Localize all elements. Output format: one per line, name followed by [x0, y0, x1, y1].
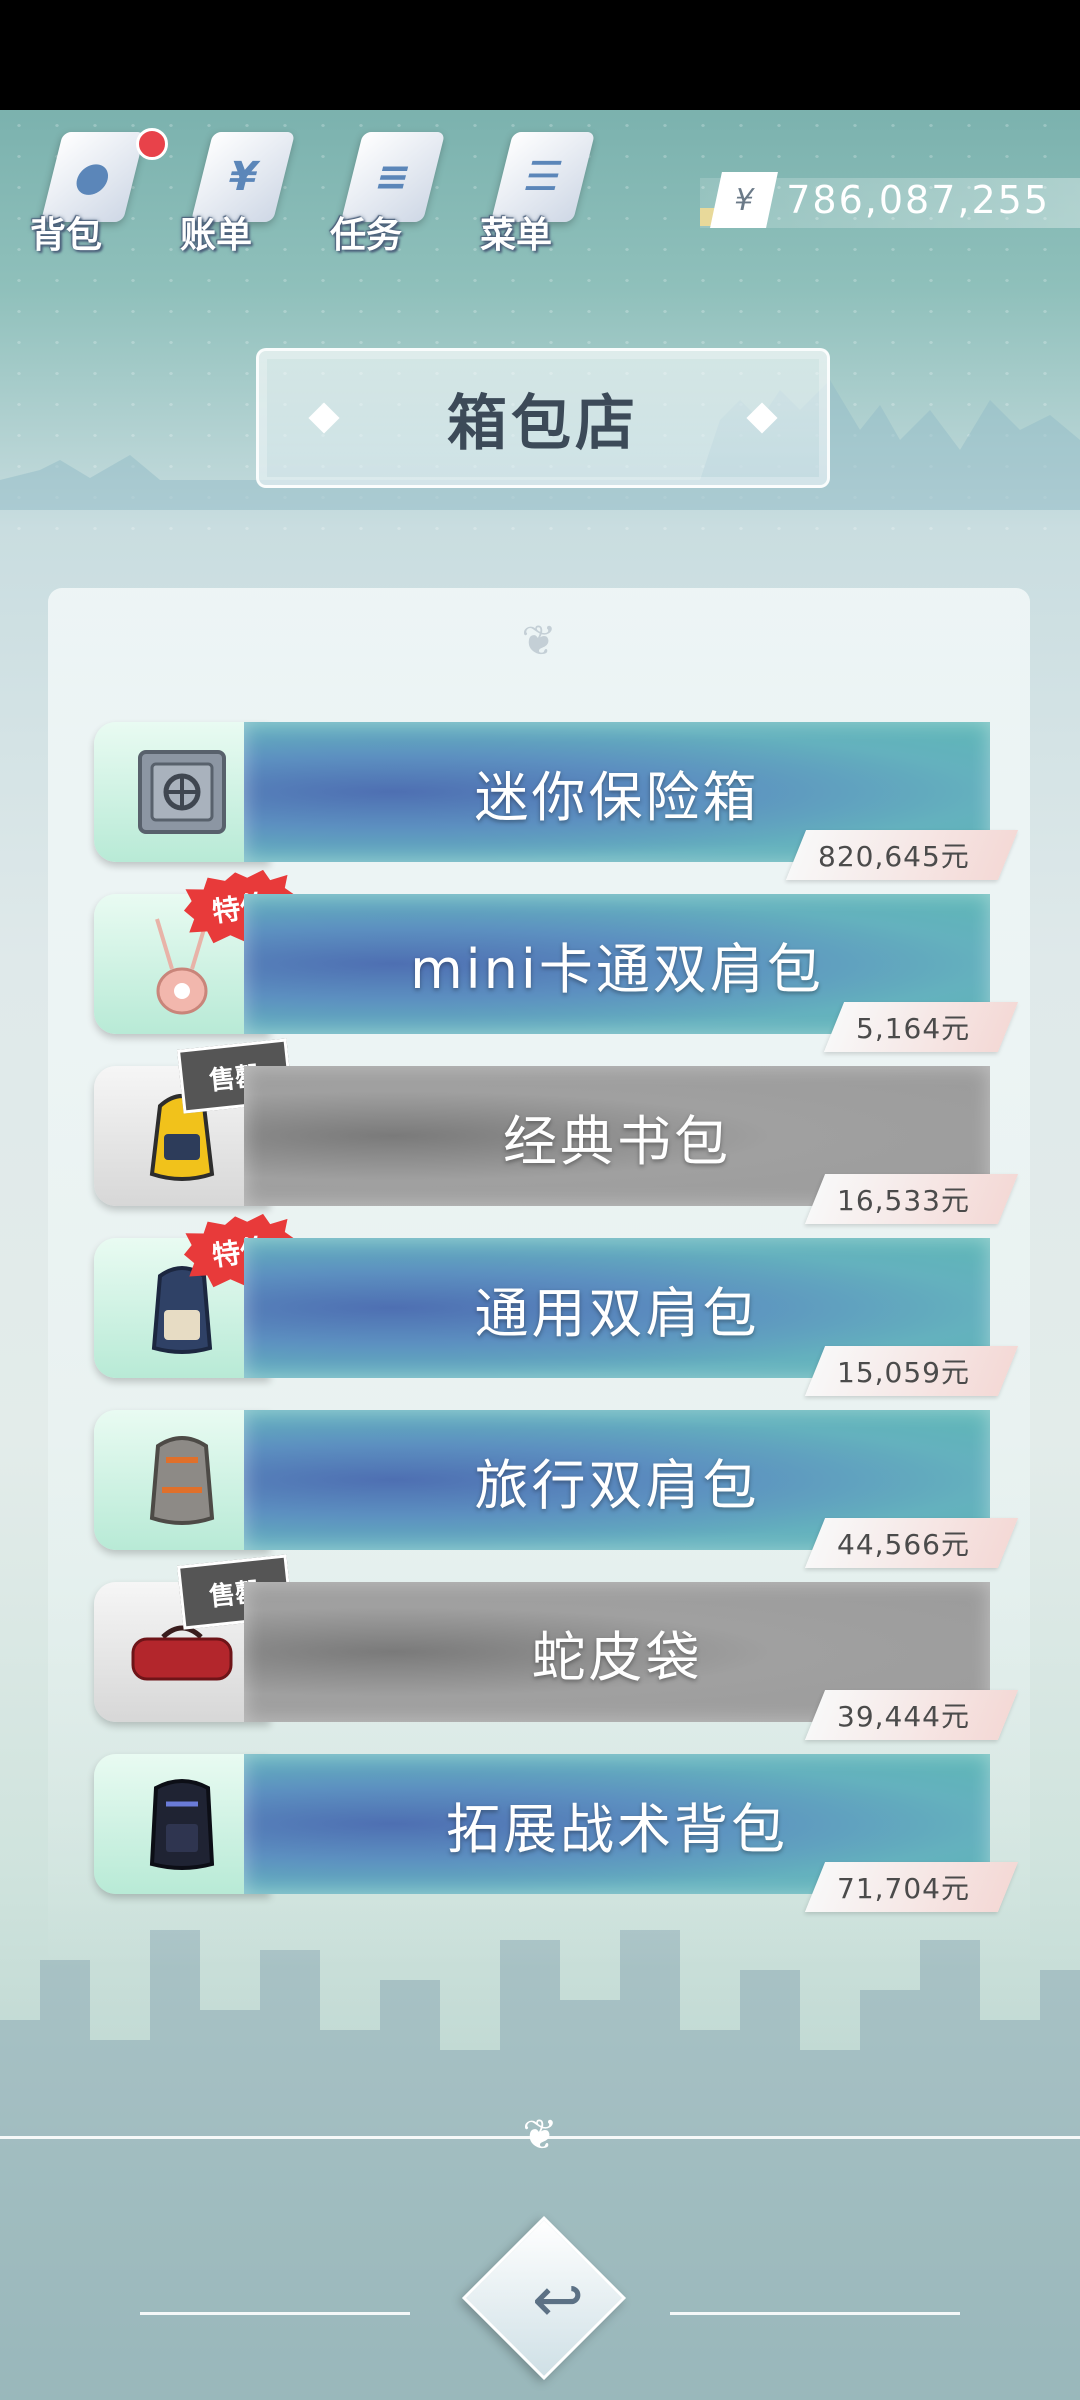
diamond-decoration-right-icon: [746, 402, 778, 434]
item-name: 蛇皮袋: [531, 1625, 703, 1689]
price-tag: 16,533元: [804, 1174, 1019, 1224]
nav-bill-button[interactable]: ¥ 账单: [180, 120, 300, 260]
shop-item-4[interactable]: 旅行双肩包 44,566元: [94, 1410, 1019, 1568]
nav-menu-button[interactable]: ☰ 菜单: [480, 120, 600, 260]
divider-right: [670, 2312, 960, 2315]
item-icon-box: [94, 722, 270, 862]
nav-label-task: 任务: [330, 215, 403, 256]
tactical-backpack-icon: [149, 1779, 215, 1870]
shop-item-6[interactable]: 拓展战术背包 71,704元: [94, 1754, 1019, 1912]
shop-item-2[interactable]: 售罄 经典书包 16,533元: [94, 1038, 1019, 1224]
safe-icon: [138, 750, 226, 834]
item-name: 旅行双肩包: [474, 1453, 760, 1517]
item-name: mini卡通双肩包: [410, 937, 824, 1001]
flourish-decoration-bottom-icon: ❦: [522, 2110, 558, 2159]
item-icon-box: [94, 1410, 270, 1550]
item-price: 15,059元: [837, 1356, 970, 1389]
item-price: 71,704元: [837, 1872, 970, 1905]
item-name: 通用双肩包: [474, 1281, 760, 1345]
shop-title: 箱包店: [447, 388, 639, 459]
nav-label-backpack: 背包: [30, 215, 103, 256]
item-price: 44,566元: [837, 1528, 970, 1561]
flourish-decoration-icon: ❦: [521, 616, 557, 665]
nav-task-button[interactable]: ≡ 任务: [330, 120, 450, 260]
diamond-decoration-left-icon: [308, 402, 340, 434]
shop-item-5[interactable]: 售罄 蛇皮袋 39,444元: [94, 1554, 1019, 1740]
price-tag: 15,059元: [804, 1346, 1019, 1396]
item-price: 820,645元: [818, 840, 970, 873]
shop-item-3[interactable]: 特价 通用双肩包 15,059元: [94, 1238, 1019, 1396]
item-name: 经典书包: [503, 1109, 731, 1173]
item-price: 5,164元: [855, 1012, 970, 1045]
yen-icon: ¥: [710, 172, 778, 228]
price-tag: 44,566元: [804, 1518, 1019, 1568]
price-tag: 39,444元: [804, 1690, 1019, 1740]
back-arrow-icon: ↩: [532, 2263, 584, 2336]
nav-backpack-button[interactable]: ● 背包: [30, 120, 168, 260]
price-tag: 71,704元: [804, 1862, 1019, 1912]
price-tag: 820,645元: [786, 830, 1019, 880]
notification-dot: [136, 128, 168, 160]
item-name: 迷你保险箱: [474, 765, 760, 829]
item-name: 拓展战术背包: [446, 1797, 788, 1861]
price-tag: 5,164元: [823, 1002, 1019, 1052]
travel-backpack-icon: [149, 1436, 215, 1525]
divider-left: [140, 2312, 410, 2315]
nav-label-menu: 菜单: [480, 215, 553, 256]
money-amount: 786,087,255: [786, 178, 1050, 222]
nav-label-bill: 账单: [180, 215, 253, 256]
duffel-bag-icon: [131, 1625, 233, 1681]
item-price: 39,444元: [837, 1700, 970, 1733]
item-icon-box: [94, 1754, 270, 1894]
status-bar: [0, 0, 1080, 110]
shop-title-box: 箱包店: [256, 348, 830, 488]
top-nav: ● 背包 ¥ 账单 ≡ 任务 ☰ 菜单: [30, 120, 600, 260]
item-price: 16,533元: [837, 1184, 970, 1217]
shop-item-1[interactable]: 特价 mini卡通双肩包 5,164元: [94, 894, 1019, 1052]
shop-item-0[interactable]: 迷你保险箱 820,645元: [94, 722, 1019, 880]
